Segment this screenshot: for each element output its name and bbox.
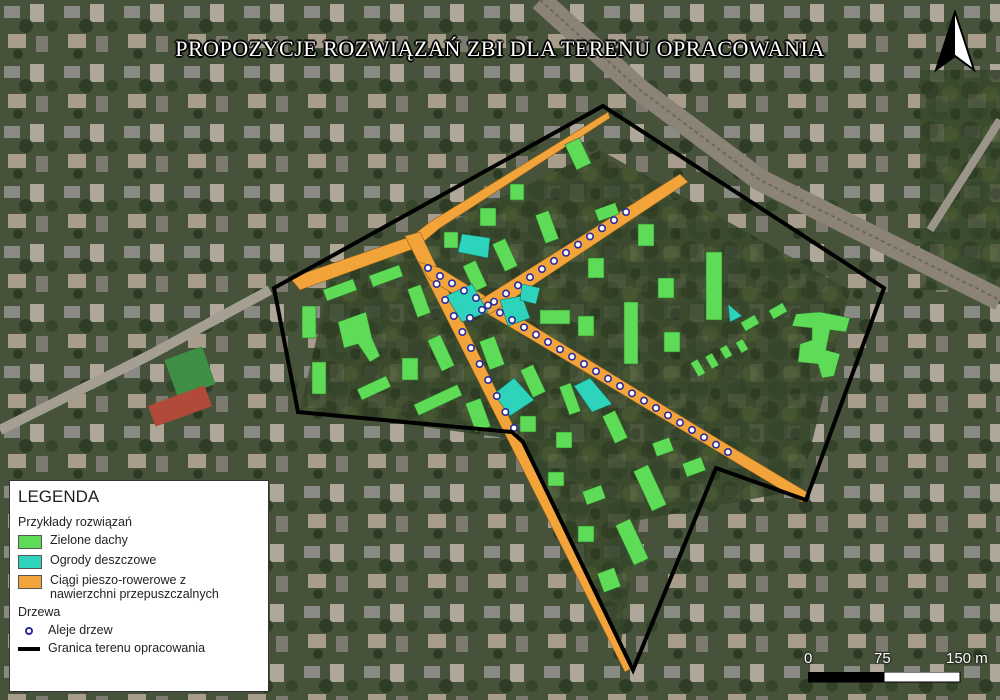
legend-item-boundary: Granica terenu opracowania: [18, 641, 260, 655]
green-roof: [311, 361, 327, 395]
legend-item-label: Ciągi pieszo-rowerowe z nawierzchni prze…: [50, 573, 219, 601]
tree-dot: [489, 297, 498, 306]
tree-dot: [471, 293, 480, 302]
tree-dot: [459, 286, 468, 295]
tree-dot: [492, 391, 501, 400]
green-roof-swatch: [18, 535, 42, 549]
tree-dot: [597, 224, 606, 233]
tree-dot: [585, 232, 594, 241]
green-roof: [301, 305, 317, 339]
green-roof: [547, 471, 565, 487]
green-roof: [519, 415, 537, 433]
north-arrow-icon: [934, 10, 976, 73]
tree-dot: [531, 330, 540, 339]
legend-item-label: Zielone dachy: [50, 533, 128, 547]
green-roof: [443, 231, 459, 249]
tree-dot: [627, 389, 636, 398]
tree-dot: [432, 279, 441, 288]
scale-label-150: 150 m: [946, 650, 988, 667]
tree-dot: [639, 396, 648, 405]
legend-heading: LEGENDA: [18, 487, 100, 506]
tree-dot: [449, 311, 458, 320]
green-roof: [705, 251, 723, 321]
tree-dot: [465, 313, 474, 322]
tree-dot: [537, 265, 546, 274]
green-roof: [479, 207, 497, 227]
tree-dot: [573, 240, 582, 249]
tree-dot: [555, 345, 564, 354]
tree-dot: [441, 295, 450, 304]
tree-dot: [699, 433, 708, 442]
tree-dot: [507, 315, 516, 324]
tree-dot: [591, 367, 600, 376]
tree-dot: [579, 359, 588, 368]
tree-dot: [435, 271, 444, 280]
scale-label-0: 0: [804, 650, 813, 667]
legend-item-tree-alleys: Aleje drzew: [18, 623, 260, 637]
legend-item-label: Ogrody deszczowe: [50, 553, 157, 567]
green-roof: [555, 431, 573, 449]
tree-dot: [615, 381, 624, 390]
tree-dot: [501, 289, 510, 298]
legend-panel: LEGENDA Przykłady rozwiązań Zielone dach…: [9, 480, 269, 692]
tree-dot-icon: [18, 625, 40, 637]
green-roof: [657, 277, 675, 299]
tree-dot: [543, 337, 552, 346]
tree-dot: [621, 208, 630, 217]
tree-dot: [675, 418, 684, 427]
legend-item-green-roofs: Zielone dachy: [18, 533, 260, 549]
legend-item-label: Granica terenu opracowania: [48, 641, 206, 655]
legend-item-rain-gardens: Ogrody deszczowe: [18, 553, 260, 569]
tree-dot: [477, 305, 486, 314]
tree-dot: [525, 273, 534, 282]
scale-bar-graphic: [808, 672, 961, 683]
tree-dot: [513, 281, 522, 290]
green-roof: [539, 309, 571, 325]
scale-bar: 0 75 150 m: [804, 650, 998, 690]
tree-dot: [483, 301, 492, 310]
tree-dot: [484, 375, 493, 384]
tree-dot: [687, 425, 696, 434]
green-roof: [509, 183, 525, 201]
rain-garden-swatch: [18, 555, 42, 569]
tree-dot: [423, 263, 432, 272]
legend-section-trees: Drzewa: [18, 605, 61, 619]
tree-dot: [561, 248, 570, 257]
tree-dot: [609, 216, 618, 225]
tree-dot: [495, 308, 504, 317]
green-roof: [577, 525, 595, 543]
tree-dot: [458, 327, 467, 336]
tree-dot: [475, 359, 484, 368]
path-swatch: [18, 575, 42, 589]
scale-label-75: 75: [874, 650, 891, 667]
tree-dot: [447, 279, 456, 288]
tree-dot: [711, 440, 720, 449]
tree-dot: [501, 407, 510, 416]
tree-dot: [603, 374, 612, 383]
green-roof: [577, 315, 595, 337]
tree-dot: [651, 403, 660, 412]
tree-dot: [466, 343, 475, 352]
legend-section-solutions: Przykłady rozwiązań: [18, 515, 132, 529]
green-roof: [663, 331, 681, 353]
green-roof: [587, 257, 605, 279]
tree-dot: [519, 323, 528, 332]
tree-dot: [549, 256, 558, 265]
legend-item-paths: Ciągi pieszo-rowerowe z nawierzchni prze…: [18, 573, 260, 601]
legend-item-label: Aleje drzew: [48, 623, 113, 637]
green-roof: [623, 301, 639, 365]
tree-dot: [723, 447, 732, 456]
boundary-line-swatch: [18, 647, 40, 651]
tree-dot: [663, 411, 672, 420]
map-stage: PROPOZYCJE ROZWIĄZAŃ ZBI DLA TERENU OPRA…: [0, 0, 1000, 700]
green-roof: [401, 357, 419, 381]
tree-dot: [567, 352, 576, 361]
map-title: PROPOZYCJE ROZWIĄZAŃ ZBI DLA TERENU OPRA…: [175, 36, 825, 61]
green-roof: [637, 223, 655, 247]
